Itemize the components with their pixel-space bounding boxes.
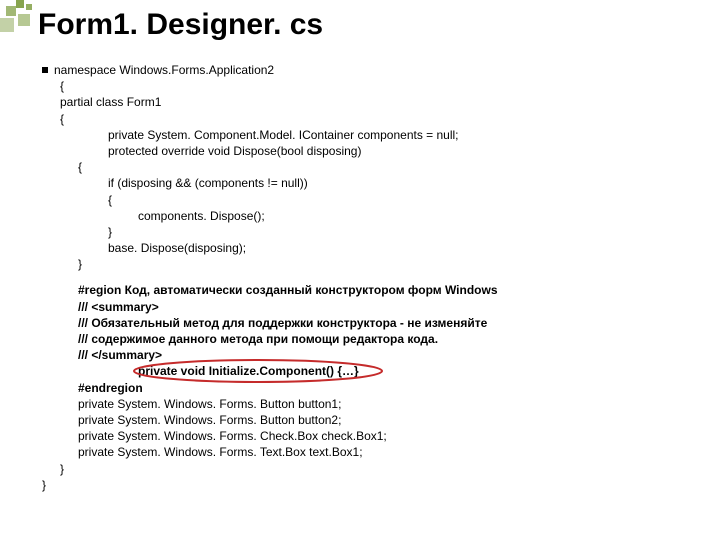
code-line: #region Код, автоматически созданный кон… (42, 282, 700, 298)
code-line: /// содержимое данного метода при помощи… (42, 331, 700, 347)
code-block: namespace Windows.Forms.Application2 { p… (42, 62, 700, 493)
page-title: Form1. Designer. cs (38, 8, 323, 42)
code-line: { (42, 192, 700, 208)
code-line: partial class Form1 (42, 94, 700, 110)
code-line: /// </summary> (42, 347, 700, 363)
code-line: /// Обязательный метод для поддержки кон… (42, 315, 700, 331)
code-line: private System. Windows. Forms. Text.Box… (42, 444, 700, 460)
code-line: private System. Windows. Forms. Button b… (42, 412, 700, 428)
highlighted-code: private void Initialize.Component() {…} (138, 364, 359, 378)
code-line: protected override void Dispose(bool dis… (42, 143, 700, 159)
code-line: private System. Windows. Forms. Button b… (42, 396, 700, 412)
code-line: } (42, 461, 700, 477)
code-text: namespace Windows.Forms.Application2 (54, 63, 274, 77)
code-line: { (42, 159, 700, 175)
code-line: base. Dispose(disposing); (42, 240, 700, 256)
code-line: private System. Windows. Forms. Check.Bo… (42, 428, 700, 444)
code-line: } (42, 477, 700, 493)
code-line: } (42, 256, 700, 272)
code-line: /// <summary> (42, 299, 700, 315)
code-line: namespace Windows.Forms.Application2 (42, 62, 700, 78)
code-line: if (disposing && (components != null)) (42, 175, 700, 191)
code-line: { (42, 78, 700, 94)
code-line: components. Dispose(); (42, 208, 700, 224)
code-line: } (42, 224, 700, 240)
code-line: private System. Component.Model. IContai… (42, 127, 700, 143)
code-line: #endregion (42, 380, 700, 396)
code-line: { (42, 111, 700, 127)
code-line: private void Initialize.Component() {…} (42, 363, 700, 379)
